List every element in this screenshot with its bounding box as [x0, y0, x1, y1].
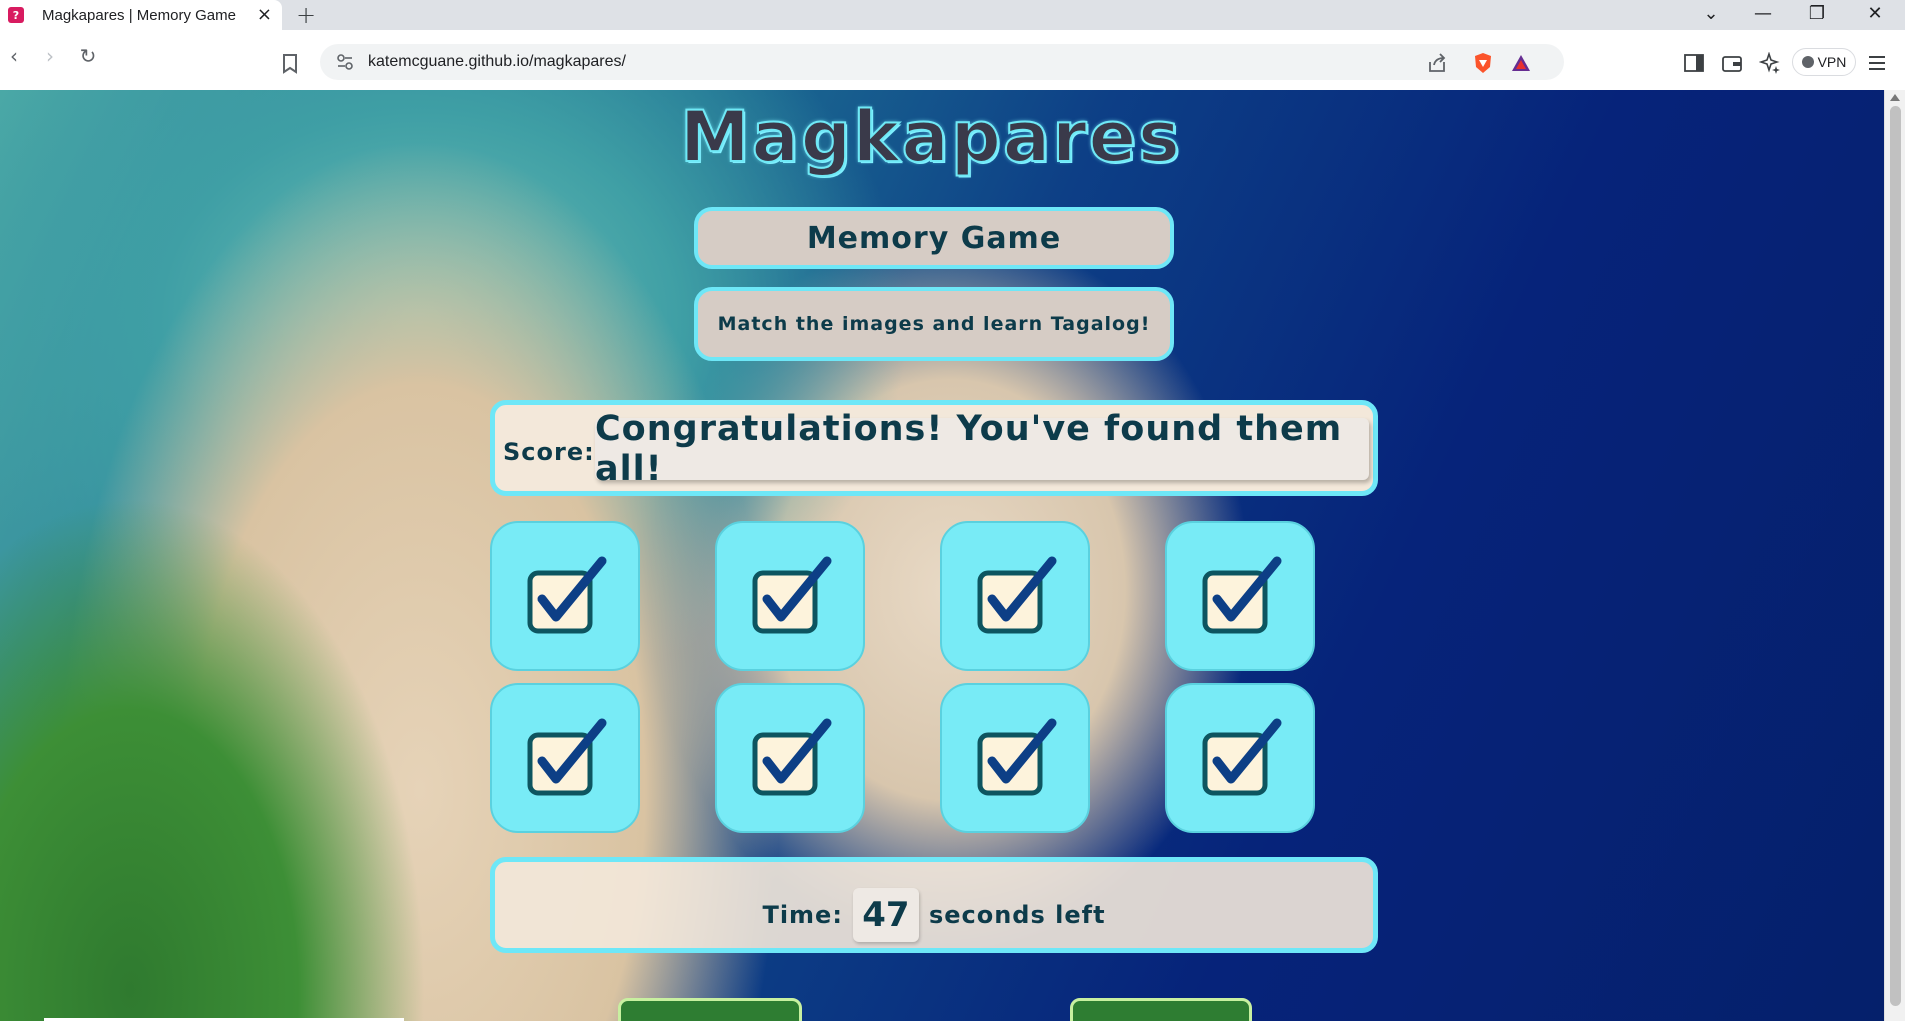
bookmark-icon[interactable]: [282, 54, 298, 74]
time-value: 47: [852, 888, 919, 942]
tab-close-icon[interactable]: ×: [257, 4, 272, 25]
score-label: Score:: [503, 438, 595, 466]
restore-button[interactable]: ❐: [1794, 0, 1840, 30]
game-button-left[interactable]: [618, 998, 802, 1021]
memory-card[interactable]: [940, 521, 1090, 671]
brave-shields-icon[interactable]: [1472, 52, 1494, 74]
score-message: Congratulations! You've found them all!: [595, 409, 1369, 489]
checkbox-checked-icon: [527, 718, 607, 796]
logo: Magkapares: [679, 95, 1182, 179]
brave-rewards-icon[interactable]: [1510, 52, 1532, 74]
scroll-thumb[interactable]: [1890, 106, 1901, 1006]
back-button[interactable]: ‹: [2, 44, 26, 68]
scroll-up-icon[interactable]: [1890, 94, 1900, 101]
vpn-label: VPN: [1817, 54, 1847, 70]
tab-title: Magkapares | Memory Game: [42, 6, 236, 24]
time-suffix: seconds left: [928, 901, 1106, 929]
score-panel: Score: Congratulations! You've found the…: [490, 400, 1378, 496]
menu-icon[interactable]: [1866, 52, 1888, 74]
reload-button[interactable]: ↻: [76, 44, 100, 68]
checkbox-checked-icon: [1202, 718, 1282, 796]
memory-card[interactable]: [940, 683, 1090, 833]
tab-strip: ? Magkapares | Memory Game × + ⌄ — ❐ ✕: [0, 0, 1905, 30]
checkbox-checked-icon: [977, 718, 1057, 796]
sidebar-icon[interactable]: [1683, 52, 1705, 74]
new-tab-button[interactable]: +: [296, 1, 316, 29]
close-window-button[interactable]: ✕: [1852, 0, 1898, 30]
memory-card[interactable]: [490, 683, 640, 833]
memory-card[interactable]: [490, 521, 640, 671]
site-info-icon[interactable]: [336, 53, 354, 71]
tab-magkapares[interactable]: ? Magkapares | Memory Game ×: [0, 0, 282, 30]
checkbox-checked-icon: [752, 718, 832, 796]
page-scrollbar[interactable]: [1884, 90, 1905, 1021]
share-icon[interactable]: [1426, 52, 1448, 74]
favicon-icon: ?: [8, 7, 24, 23]
checkbox-checked-icon: [1202, 556, 1282, 634]
memory-card[interactable]: [715, 521, 865, 671]
memory-card[interactable]: [1165, 683, 1315, 833]
leo-ai-icon[interactable]: [1759, 52, 1781, 74]
address-bar[interactable]: katemcguane.github.io/magkapares/: [320, 44, 1564, 80]
wallet-icon[interactable]: [1721, 52, 1743, 74]
timer-panel: Time: 47 seconds left: [490, 857, 1378, 953]
page-title: Memory Game: [694, 207, 1174, 269]
checkbox-checked-icon: [977, 556, 1057, 634]
checkbox-checked-icon: [752, 556, 832, 634]
minimize-button[interactable]: —: [1740, 0, 1786, 30]
page-subtitle: Match the images and learn Tagalog!: [694, 287, 1174, 361]
time-label: Time:: [762, 901, 843, 929]
forward-button[interactable]: ›: [38, 44, 62, 68]
page-viewport: Magkapares Memory Game Match the images …: [0, 90, 1884, 1021]
game-button-right[interactable]: [1070, 998, 1252, 1021]
memory-card[interactable]: [1165, 521, 1315, 671]
tab-search-icon[interactable]: ⌄: [1688, 0, 1734, 30]
checkbox-checked-icon: [527, 556, 607, 634]
vpn-status-icon: [1801, 56, 1814, 68]
browser-toolbar: ‹ › ↻ katemcguane.github.io/magkapares/: [0, 30, 1905, 90]
url-text[interactable]: katemcguane.github.io/magkapares/: [368, 53, 626, 71]
vpn-button[interactable]: VPN: [1792, 48, 1856, 76]
memory-card[interactable]: [715, 683, 865, 833]
